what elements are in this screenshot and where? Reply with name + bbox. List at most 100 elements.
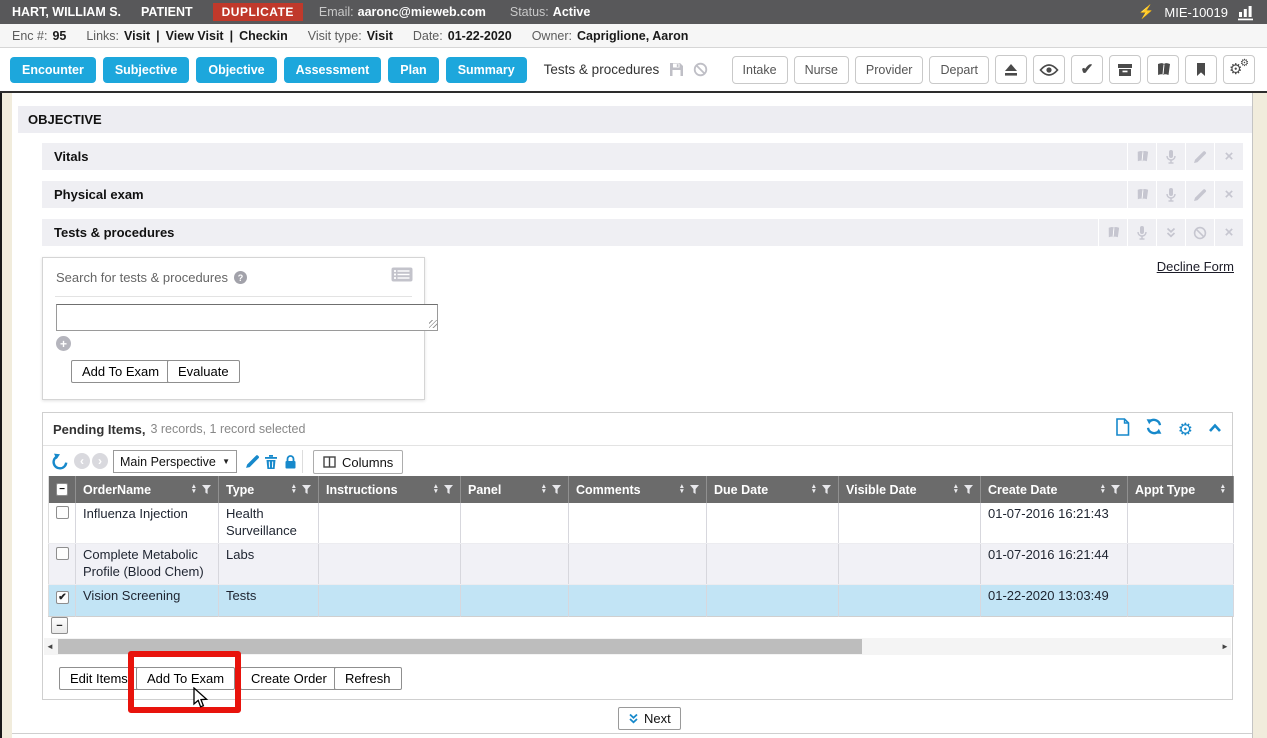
save-icon[interactable] — [669, 62, 684, 77]
sign-button[interactable]: ✔ — [1071, 55, 1103, 84]
vitals-notes-button[interactable] — [1127, 143, 1156, 170]
row-checkbox-checked[interactable]: ✔ — [56, 591, 69, 604]
tab-objective[interactable]: Objective — [196, 57, 276, 83]
tests-collapse-button[interactable] — [1156, 219, 1185, 246]
lightning-bolt-icon[interactable]: ⚡ — [1138, 4, 1154, 20]
sort-icon[interactable]: ▲▼ — [541, 485, 547, 494]
perspective-forward-button[interactable]: › — [92, 453, 108, 469]
filter-icon[interactable] — [964, 485, 973, 494]
disable-slash-icon[interactable] — [693, 62, 708, 77]
filter-icon[interactable] — [822, 485, 831, 494]
row-checkbox[interactable] — [56, 547, 69, 560]
view-button[interactable] — [1033, 55, 1065, 84]
tests-close-button[interactable]: × — [1214, 219, 1243, 246]
sort-icon[interactable]: ▲▼ — [291, 485, 297, 494]
refresh-button[interactable]: Refresh — [334, 667, 402, 690]
vitals-section-bar[interactable]: Vitals × — [42, 143, 1243, 170]
delete-perspective-button[interactable] — [264, 454, 278, 475]
sort-icon[interactable]: ▲▼ — [1100, 485, 1106, 494]
tab-summary[interactable]: Summary — [446, 57, 527, 83]
archive-button[interactable] — [1109, 55, 1141, 84]
physical-exam-notes-button[interactable] — [1127, 181, 1156, 208]
bookmark-button[interactable] — [1185, 55, 1217, 84]
sort-icon[interactable]: ▲▼ — [953, 485, 959, 494]
intake-button[interactable]: Intake — [732, 56, 788, 84]
documents-button[interactable] — [1147, 55, 1179, 84]
col-ordername[interactable]: OrderName — [83, 483, 151, 497]
evaluate-button[interactable]: Evaluate — [167, 360, 240, 383]
tests-dictate-button[interactable] — [1127, 219, 1156, 246]
eject-button[interactable] — [995, 55, 1027, 84]
filter-icon[interactable] — [302, 485, 311, 494]
vitals-edit-button[interactable] — [1185, 143, 1214, 170]
tab-subjective[interactable]: Subjective — [103, 57, 190, 83]
add-row-icon[interactable]: + — [56, 336, 71, 351]
search-add-to-exam-button[interactable]: Add To Exam — [71, 360, 170, 383]
sort-icon[interactable]: ▲▼ — [433, 485, 439, 494]
physical-exam-section-bar[interactable]: Physical exam × — [42, 181, 1243, 208]
collapse-rows-button[interactable]: − — [51, 617, 68, 634]
add-to-exam-button[interactable]: Add To Exam — [136, 667, 235, 690]
undo-button[interactable] — [51, 453, 69, 475]
decline-form-link[interactable]: Decline Form — [1157, 259, 1234, 274]
col-instructions[interactable]: Instructions — [326, 483, 398, 497]
lock-perspective-button[interactable] — [284, 454, 297, 475]
physical-exam-dictate-button[interactable] — [1156, 181, 1185, 208]
col-type[interactable]: Type — [226, 483, 254, 497]
settings-button[interactable]: ⚙ ⚙ — [1223, 55, 1255, 84]
tab-assessment[interactable]: Assessment — [284, 57, 382, 83]
col-panel[interactable]: Panel — [468, 483, 501, 497]
duplicate-badge[interactable]: DUPLICATE — [213, 3, 303, 21]
table-row[interactable]: Influenza Injection Health Surveillance … — [49, 503, 1234, 543]
sort-icon[interactable]: ▲▼ — [1220, 485, 1226, 494]
grid-settings-icon[interactable]: ⚙ — [1178, 421, 1193, 438]
collapse-panel-button[interactable] — [1208, 420, 1222, 438]
view-visit-link[interactable]: View Visit — [166, 29, 224, 43]
filter-icon[interactable] — [444, 485, 453, 494]
bar-chart-icon[interactable] — [1238, 4, 1257, 21]
edit-items-button[interactable]: Edit Items — [59, 667, 139, 690]
sort-icon[interactable]: ▲▼ — [811, 485, 817, 494]
col-visible-date[interactable]: Visible Date — [846, 483, 917, 497]
help-icon[interactable]: ? — [234, 271, 247, 284]
tests-disable-button[interactable] — [1185, 219, 1214, 246]
columns-button[interactable]: Columns — [313, 450, 403, 474]
perspective-back-button[interactable]: ‹ — [74, 453, 90, 469]
create-order-button[interactable]: Create Order — [240, 667, 338, 690]
sort-icon[interactable]: ▲▼ — [191, 485, 197, 494]
scroll-left-arrow[interactable]: ◄ — [44, 638, 56, 655]
scroll-right-arrow[interactable]: ► — [1219, 638, 1231, 655]
filter-icon[interactable] — [690, 485, 699, 494]
tab-plan[interactable]: Plan — [388, 57, 438, 83]
table-row[interactable]: Complete Metabolic Profile (Blood Chem) … — [49, 543, 1234, 584]
scrollbar-thumb[interactable] — [58, 639, 862, 654]
perspective-select[interactable]: Main Perspective ▼ — [113, 450, 237, 473]
select-all-checkbox[interactable]: − — [56, 483, 68, 496]
row-checkbox[interactable] — [56, 506, 69, 519]
edit-perspective-button[interactable] — [245, 454, 260, 474]
refresh-grid-button[interactable] — [1145, 418, 1163, 440]
tab-encounter[interactable]: Encounter — [10, 57, 96, 83]
tests-notes-button[interactable] — [1098, 219, 1127, 246]
depart-button[interactable]: Depart — [929, 56, 989, 84]
tests-search-input[interactable] — [56, 304, 438, 331]
filter-icon[interactable] — [1111, 485, 1120, 494]
new-document-button[interactable] — [1115, 418, 1130, 441]
col-create-date[interactable]: Create Date — [988, 483, 1057, 497]
resize-grip[interactable] — [429, 320, 437, 328]
vitals-dictate-button[interactable] — [1156, 143, 1185, 170]
physical-exam-close-button[interactable]: × — [1214, 181, 1243, 208]
visit-link[interactable]: Visit — [124, 29, 150, 43]
nurse-button[interactable]: Nurse — [794, 56, 849, 84]
filter-icon[interactable] — [552, 485, 561, 494]
col-comments[interactable]: Comments — [576, 483, 641, 497]
filter-icon[interactable] — [202, 485, 211, 494]
col-due-date[interactable]: Due Date — [714, 483, 768, 497]
list-view-icon[interactable] — [391, 267, 413, 287]
checkin-link[interactable]: Checkin — [239, 29, 288, 43]
provider-button[interactable]: Provider — [855, 56, 924, 84]
table-row-selected[interactable]: ✔ Vision Screening Tests 01-22-2020 13:0… — [49, 584, 1234, 616]
tests-procedures-section-bar[interactable]: Tests & procedures × — [42, 219, 1243, 246]
col-appt-type[interactable]: Appt Type — [1135, 483, 1195, 497]
vitals-close-button[interactable]: × — [1214, 143, 1243, 170]
